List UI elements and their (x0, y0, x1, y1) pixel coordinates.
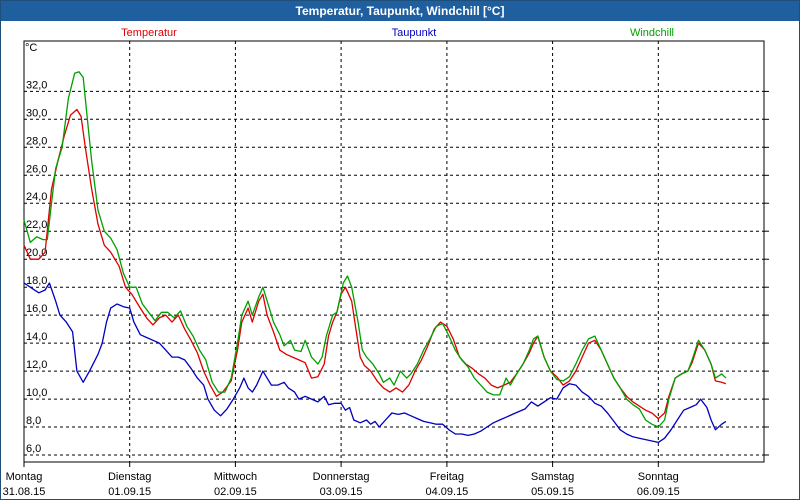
chart-window: Temperatur, Taupunkt, Windchill [°C] °C … (0, 0, 800, 500)
window-title: Temperatur, Taupunkt, Windchill [°C] (1, 1, 799, 21)
y-tick-label: 12,0 (26, 359, 47, 371)
y-tick-label: 14,0 (26, 331, 47, 343)
y-tick-label: 24,0 (26, 191, 47, 203)
x-tick-date-label: 06.09.15 (637, 486, 680, 498)
y-tick-label: 26,0 (26, 163, 47, 175)
legend-entry-taupunkt: Taupunkt (392, 27, 437, 39)
y-axis-unit-label: °C (25, 42, 37, 54)
x-tick-date-label: 31.08.15 (3, 486, 46, 498)
legend-entry-temperatur: Temperatur (121, 27, 177, 39)
y-tick-label: 28,0 (26, 135, 47, 147)
y-tick-label: 32,0 (26, 79, 47, 91)
x-axis-ticks: Montag 31.08.15 Dienstag 01.09.15 Mittwoch 02… (3, 462, 680, 498)
x-tick-date-label: 03.09.15 (320, 486, 363, 498)
y-tick-label: 8,0 (26, 415, 41, 427)
line-chart: °C 6,08,010,012,014,016,018,020,022,024,… (3, 27, 769, 498)
x-tick-day-label: Samstag (531, 471, 574, 483)
x-tick-day-label: Dienstag (108, 471, 151, 483)
x-tick-day-label: Mittwoch (214, 471, 257, 483)
legend-entry-windchill: Windchill (630, 27, 674, 39)
x-tick-day-label: Sonntag (638, 471, 679, 483)
y-tick-label: 22,0 (26, 219, 47, 231)
x-tick-day-label: Montag (6, 471, 43, 483)
y-tick-label: 10,0 (26, 387, 47, 399)
y-tick-label: 16,0 (26, 303, 47, 315)
y-tick-label: 6,0 (26, 443, 41, 455)
x-tick-date-label: 02.09.15 (214, 486, 257, 498)
x-tick-date-label: 01.09.15 (108, 486, 151, 498)
x-tick-day-label: Freitag (430, 471, 464, 483)
legend: Temperatur Taupunkt Windchill (121, 27, 674, 39)
x-tick-date-label: 04.09.15 (425, 486, 468, 498)
x-tick-date-label: 05.09.15 (531, 486, 574, 498)
y-tick-label: 30,0 (26, 107, 47, 119)
y-tick-label: 18,0 (26, 275, 47, 287)
x-tick-day-label: Donnerstag (313, 471, 370, 483)
